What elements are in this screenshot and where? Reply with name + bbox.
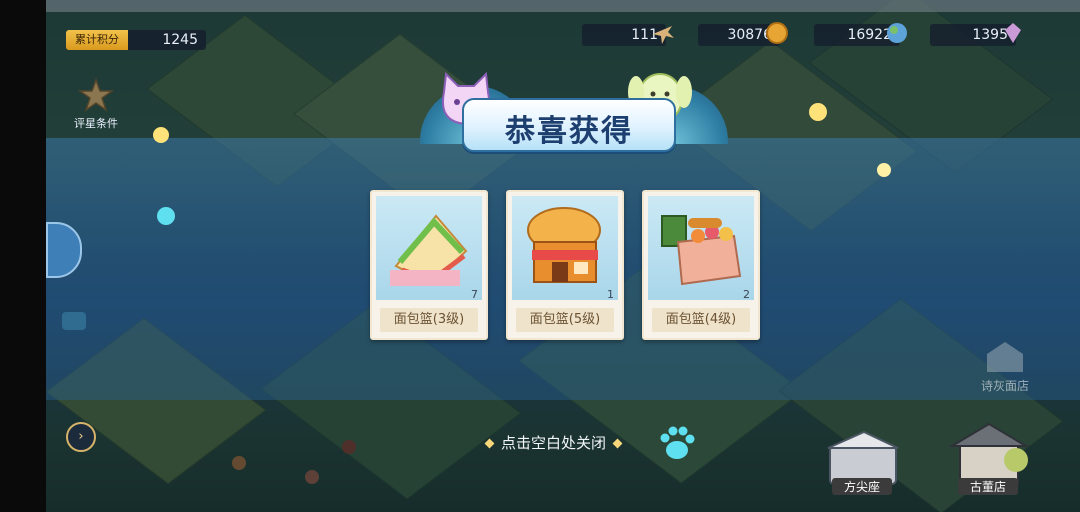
chat-icon[interactable] bbox=[62, 312, 86, 330]
resource-coin[interactable]: 30876 bbox=[698, 22, 788, 46]
diamond-icon bbox=[612, 438, 623, 449]
sparkle-icon bbox=[877, 163, 891, 177]
score-label: 累计积分 bbox=[66, 30, 128, 50]
reward-image bbox=[648, 196, 754, 300]
reward-card[interactable]: 2 面包篮(4级) bbox=[642, 190, 760, 340]
resource-gem[interactable]: 1395 bbox=[930, 23, 1021, 46]
score-value: 1245 bbox=[162, 32, 198, 48]
diamond-icon bbox=[484, 438, 495, 449]
reward-image bbox=[512, 196, 618, 300]
screen-edge bbox=[0, 0, 46, 512]
reward-title-banner: 恭喜获得 bbox=[462, 98, 676, 152]
resource-plane[interactable]: 111 bbox=[582, 24, 674, 46]
shop-icon bbox=[987, 342, 1023, 372]
plane-icon bbox=[653, 26, 674, 44]
bread-stall-icon bbox=[661, 215, 742, 286]
bakery-icon bbox=[527, 207, 601, 283]
score-panel: 累计积分 1245 bbox=[66, 30, 206, 50]
paw-icon bbox=[660, 426, 695, 459]
reward-card[interactable]: 1 面包篮(5级) bbox=[506, 190, 624, 340]
sparkle-icon bbox=[157, 207, 175, 225]
bottom-shop-2[interactable]: 古董店 bbox=[944, 420, 1034, 495]
expand-arrow-icon[interactable]: › bbox=[66, 422, 96, 452]
globe-icon bbox=[887, 23, 907, 43]
left-shop-building[interactable]: 诗灰面店 bbox=[970, 340, 1040, 394]
top-strip bbox=[46, 0, 1080, 12]
sparkle-icon bbox=[809, 103, 827, 121]
reward-card[interactable]: 7 面包篮(3级) bbox=[370, 190, 488, 340]
sparkle-icon bbox=[153, 127, 169, 143]
sandwich-icon bbox=[390, 214, 468, 286]
rating-button[interactable]: 评星条件 bbox=[66, 77, 126, 131]
resource-globe[interactable]: 16922 bbox=[814, 23, 907, 46]
reward-quantity: 1 bbox=[607, 288, 614, 301]
reward-image bbox=[376, 196, 482, 300]
coin-icon bbox=[766, 22, 788, 44]
close-hint-text: 点击空白处关闭 bbox=[501, 434, 607, 452]
bottom-shop-1[interactable]: 方尖座 bbox=[822, 428, 904, 495]
reward-quantity: 2 bbox=[743, 288, 750, 301]
reward-name: 面包篮(4级) bbox=[652, 308, 750, 332]
reward-title: 恭喜获得 bbox=[505, 114, 633, 149]
star-icon bbox=[77, 77, 115, 112]
close-hint[interactable]: 点击空白处关闭 bbox=[478, 432, 629, 453]
reward-name: 面包篮(5级) bbox=[516, 308, 614, 332]
shop-label: 诗灰面店 bbox=[980, 379, 1029, 393]
reward-name: 面包篮(3级) bbox=[380, 308, 478, 332]
gem-icon bbox=[1005, 23, 1021, 43]
shop-label: 古董店 bbox=[958, 478, 1018, 495]
shop-label: 方尖座 bbox=[832, 478, 892, 495]
reward-quantity: 7 bbox=[471, 288, 478, 301]
rating-label: 评星条件 bbox=[74, 117, 118, 130]
